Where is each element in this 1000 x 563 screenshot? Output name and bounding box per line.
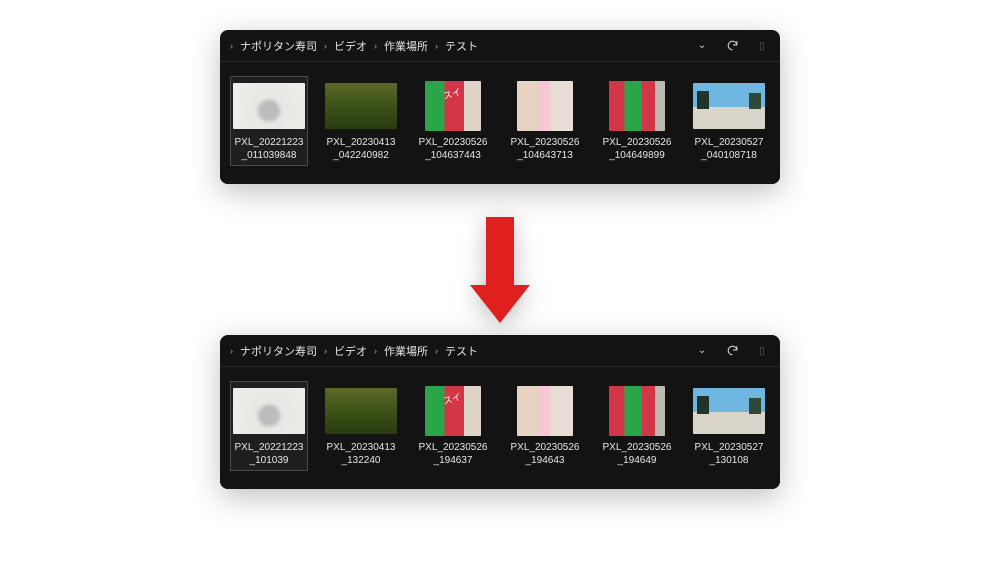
breadcrumb-item[interactable]: ナポリタン寿司 <box>237 36 320 56</box>
chevron-right-icon: › <box>228 346 235 356</box>
breadcrumb: › ナポリタン寿司 › ビデオ › 作業場所 › テスト <box>228 36 692 56</box>
chevron-right-icon: › <box>433 41 440 51</box>
chevron-right-icon: › <box>322 41 329 51</box>
chevron-down-icon: ⌄ <box>698 40 706 51</box>
more-button[interactable]: ▯ <box>752 36 772 56</box>
file-thumbnail <box>509 384 581 438</box>
file-name: PXL_20230527_040108718 <box>693 137 765 163</box>
file-list: PXL_20221223_011039848 PXL_20230413_04224… <box>220 62 780 184</box>
chevron-down-icon: ⌄ <box>698 345 706 356</box>
breadcrumb-item[interactable]: ビデオ <box>331 36 370 56</box>
file-name: PXL_20230526_104649899 <box>601 137 673 163</box>
breadcrumb-item[interactable]: ナポリタン寿司 <box>237 341 320 361</box>
file-item[interactable]: PXL_20230413_042240982 <box>322 76 400 166</box>
file-list: PXL_20221223_101039 PXL_20230413_132240 PX… <box>220 367 780 489</box>
file-name: PXL_20230526_194649 <box>601 442 673 468</box>
file-item[interactable]: PXL_20230527_040108718 <box>690 76 768 166</box>
chevron-right-icon: › <box>228 41 235 51</box>
chevron-right-icon: › <box>372 346 379 356</box>
file-item[interactable]: PXL_20221223_011039848 <box>230 76 308 166</box>
file-name: PXL_20230526_194643 <box>509 442 581 468</box>
file-name: PXL_20230526_104637443 <box>417 137 489 163</box>
file-thumbnail <box>693 79 765 133</box>
explorer-window-after: › ナポリタン寿司 › ビデオ › 作業場所 › テスト ⌄ ▯ PXL_202… <box>220 335 780 489</box>
toolbar: › ナポリタン寿司 › ビデオ › 作業場所 › テスト ⌄ ▯ <box>220 335 780 367</box>
file-thumbnail <box>325 79 397 133</box>
toolbar-right: ⌄ ▯ <box>692 36 772 56</box>
file-thumbnail <box>601 79 673 133</box>
file-name: PXL_20230413_132240 <box>325 442 397 468</box>
chevron-right-icon: › <box>372 41 379 51</box>
file-thumbnail <box>509 79 581 133</box>
chevron-right-icon: › <box>433 346 440 356</box>
history-dropdown-button[interactable]: ⌄ <box>692 36 712 56</box>
file-item[interactable]: PXL_20230413_132240 <box>322 381 400 471</box>
breadcrumb: › ナポリタン寿司 › ビデオ › 作業場所 › テスト <box>228 341 692 361</box>
file-thumbnail <box>417 79 489 133</box>
file-item[interactable]: PXL_20221223_101039 <box>230 381 308 471</box>
file-item[interactable]: PXL_20230527_130108 <box>690 381 768 471</box>
file-item[interactable]: PXL_20230526_104643713 <box>506 76 584 166</box>
toolbar-right: ⌄ ▯ <box>692 341 772 361</box>
file-name: PXL_20230527_130108 <box>693 442 765 468</box>
breadcrumb-item[interactable]: テスト <box>442 341 481 361</box>
chevron-right-icon: › <box>322 346 329 356</box>
arrow-down-icon <box>470 217 530 327</box>
breadcrumb-item[interactable]: テスト <box>442 36 481 56</box>
more-button[interactable]: ▯ <box>752 341 772 361</box>
file-item[interactable]: PXL_20230526_104649899 <box>598 76 676 166</box>
file-thumbnail <box>601 384 673 438</box>
refresh-button[interactable] <box>722 36 742 56</box>
file-name: PXL_20230526_104643713 <box>509 137 581 163</box>
file-thumbnail <box>693 384 765 438</box>
file-item[interactable]: PXL_20230526_194649 <box>598 381 676 471</box>
refresh-icon <box>726 39 739 52</box>
breadcrumb-item[interactable]: ビデオ <box>331 341 370 361</box>
breadcrumb-item[interactable]: 作業場所 <box>381 36 431 56</box>
file-name: PXL_20221223_101039 <box>233 442 305 468</box>
file-name: PXL_20230526_194637 <box>417 442 489 468</box>
refresh-button[interactable] <box>722 341 742 361</box>
file-item[interactable]: PXL_20230526_194637 <box>414 381 492 471</box>
breadcrumb-item[interactable]: 作業場所 <box>381 341 431 361</box>
file-thumbnail <box>233 384 305 438</box>
file-thumbnail <box>325 384 397 438</box>
file-thumbnail <box>233 79 305 133</box>
file-item[interactable]: PXL_20230526_194643 <box>506 381 584 471</box>
refresh-icon <box>726 344 739 357</box>
file-name: PXL_20221223_011039848 <box>233 137 305 163</box>
file-name: PXL_20230413_042240982 <box>325 137 397 163</box>
file-thumbnail <box>417 384 489 438</box>
explorer-window-before: › ナポリタン寿司 › ビデオ › 作業場所 › テスト ⌄ ▯ PXL_202… <box>220 30 780 184</box>
toolbar: › ナポリタン寿司 › ビデオ › 作業場所 › テスト ⌄ ▯ <box>220 30 780 62</box>
file-item[interactable]: PXL_20230526_104637443 <box>414 76 492 166</box>
history-dropdown-button[interactable]: ⌄ <box>692 341 712 361</box>
